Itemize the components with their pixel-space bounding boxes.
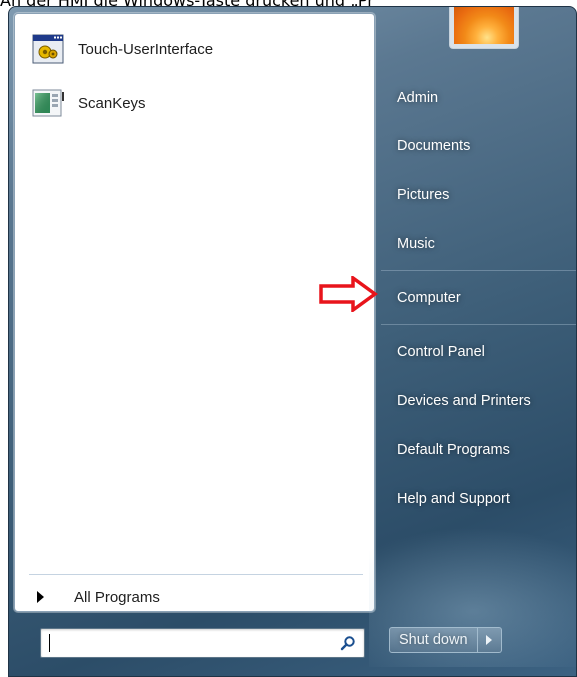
menu-item-default-programs[interactable]: Default Programs	[386, 431, 574, 469]
program-touch-userinterface[interactable]: Touch-UserInterface	[21, 27, 367, 71]
user-avatar-image	[454, 7, 514, 44]
text-caret	[49, 634, 50, 652]
all-programs-button[interactable]: All Programs	[29, 582, 363, 612]
search-icon[interactable]	[340, 635, 356, 651]
start-menu: Touch-UserInterface ScanKeys All Program…	[8, 6, 577, 677]
search-input[interactable]	[44, 632, 324, 654]
user-picture[interactable]	[449, 7, 519, 49]
chevron-right-icon	[486, 635, 493, 645]
divider	[29, 574, 363, 575]
program-label: Touch-UserInterface	[78, 40, 214, 58]
divider	[381, 270, 576, 271]
menu-item-control-panel[interactable]: Control Panel	[386, 333, 574, 371]
programs-pane: Touch-UserInterface ScanKeys All Program…	[14, 13, 375, 612]
annotation-arrow-icon	[319, 276, 378, 312]
shutdown-control: Shut down	[389, 627, 502, 655]
menu-item-devices-and-printers[interactable]: Devices and Printers	[386, 382, 574, 420]
menu-item-documents[interactable]: Documents	[386, 127, 574, 165]
search-box[interactable]	[40, 628, 365, 658]
divider	[381, 324, 576, 325]
menu-item-computer[interactable]: Computer	[386, 279, 574, 317]
scankeys-icon	[32, 89, 64, 117]
shutdown-options-button[interactable]	[477, 627, 502, 653]
shutdown-button[interactable]: Shut down	[389, 627, 478, 653]
triangle-right-icon	[37, 591, 44, 603]
menu-item-pictures[interactable]: Pictures	[386, 176, 574, 214]
touch-userinterface-icon	[32, 34, 64, 64]
all-programs-label: All Programs	[74, 588, 160, 606]
program-scankeys[interactable]: ScanKeys	[21, 81, 367, 125]
menu-item-admin[interactable]: Admin	[386, 79, 574, 117]
program-label: ScanKeys	[78, 94, 146, 112]
menu-item-help-and-support[interactable]: Help and Support	[386, 480, 574, 518]
menu-item-music[interactable]: Music	[386, 225, 574, 263]
